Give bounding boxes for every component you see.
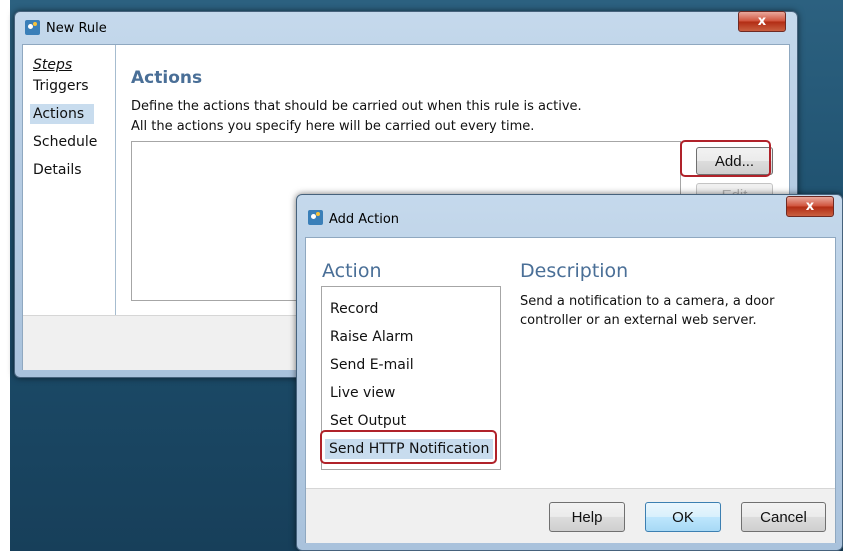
description-line-1: Define the actions that should be carrie… [131,99,582,114]
description-line-2: All the actions you specify here will be… [131,119,535,134]
action-item-record[interactable]: Record [330,301,378,317]
step-triggers[interactable]: Triggers [30,76,92,96]
app-icon [308,210,323,225]
send-http-notification-highlight [320,430,497,464]
action-heading: Action [322,260,382,282]
ok-button[interactable]: OK [645,502,721,532]
dialog-footer: Help OK Cancel [306,488,835,543]
close-button[interactable]: x [738,11,786,32]
steps-sidebar: Steps Triggers Actions Schedule Details [23,45,116,315]
action-item-set-output[interactable]: Set Output [330,413,406,429]
app-icon [25,20,40,35]
cancel-button[interactable]: Cancel [741,502,826,532]
description-heading: Description [520,260,629,282]
step-schedule[interactable]: Schedule [30,132,100,152]
step-actions[interactable]: Actions [30,104,94,124]
add-action-content: Action Description Record Raise Alarm Se… [305,237,836,543]
step-details[interactable]: Details [30,160,85,180]
window-title: New Rule [46,21,107,36]
add-action-window: Add Action x Action Description Record R… [296,194,843,551]
action-item-raise-alarm[interactable]: Raise Alarm [330,329,413,345]
close-icon: x [805,199,815,214]
steps-heading: Steps [33,57,73,73]
action-item-live-view[interactable]: Live view [330,385,395,401]
actions-heading: Actions [131,68,203,88]
window-title: Add Action [329,212,400,227]
action-item-send-email[interactable]: Send E-mail [330,357,414,373]
close-icon: x [757,14,767,29]
description-text: Send a notification to a camera, a door … [520,294,775,328]
help-button[interactable]: Help [549,502,625,532]
close-button[interactable]: x [786,196,834,217]
add-button-highlight [680,140,771,177]
